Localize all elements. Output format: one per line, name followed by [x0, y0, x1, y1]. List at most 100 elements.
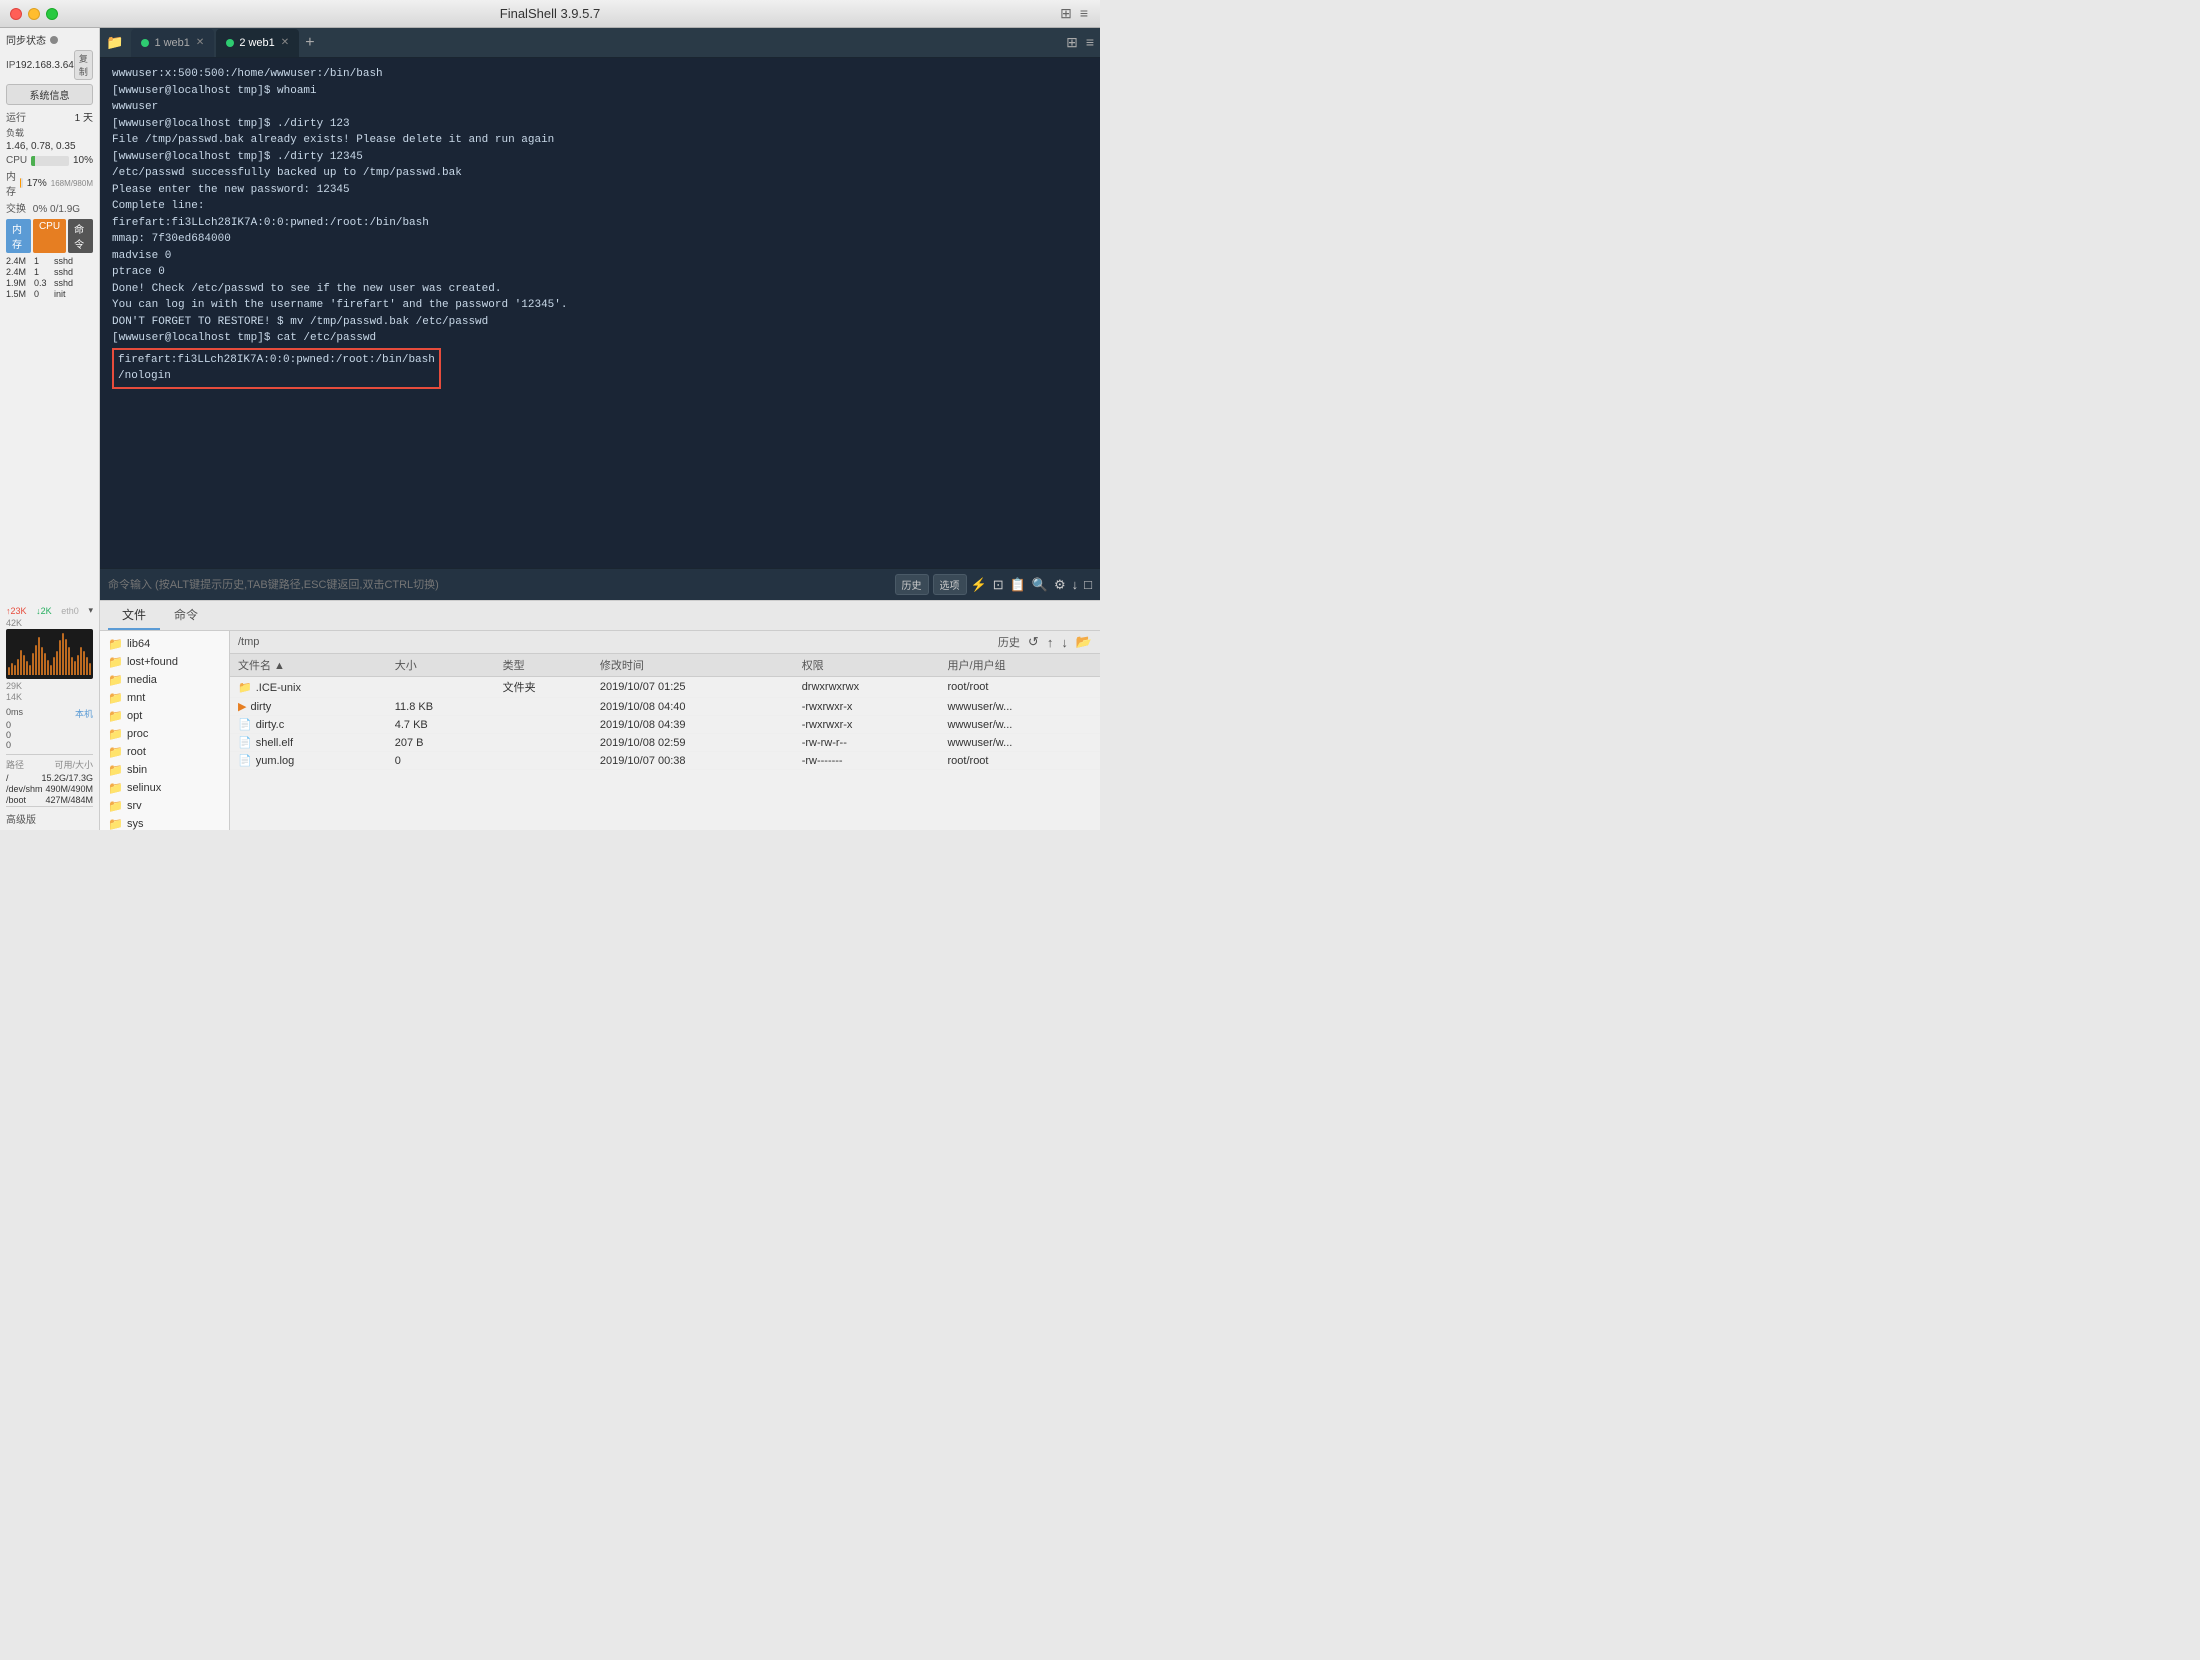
download-icon[interactable]: ↓ — [1061, 635, 1068, 650]
text-file-icon: 📄 — [238, 755, 252, 767]
tab-command[interactable]: 命令 — [160, 601, 212, 630]
tree-item-label: opt — [127, 710, 142, 722]
col-type[interactable]: 类型 — [495, 654, 592, 677]
settings-icon[interactable]: ⚙ — [1054, 577, 1066, 593]
table-row[interactable]: 📁.ICE-unix 文件夹 2019/10/07 01:25 drwxrwxr… — [230, 677, 1100, 698]
tab-file[interactable]: 文件 — [108, 601, 160, 630]
list-item[interactable]: 📁 sbin — [100, 761, 229, 779]
file-perm: -rwxrwxr-x — [794, 698, 940, 716]
table-row[interactable]: 📄yum.log 0 2019/10/07 00:38 -rw------- r… — [230, 752, 1100, 770]
history-button[interactable]: 历史 — [895, 574, 929, 595]
tab-1[interactable]: 1 web1 ✕ — [131, 29, 214, 57]
menu-list-icon[interactable]: ≡ — [1086, 34, 1094, 51]
close-button[interactable] — [10, 8, 22, 20]
options-button[interactable]: 选项 — [933, 574, 967, 595]
cmd-icons: ⚡ ⊡ 📋 🔍 ⚙ ↓ □ — [971, 577, 1092, 593]
list-item[interactable]: 📁 srv — [100, 797, 229, 815]
ip-row: IP 192.168.3.64 复制 — [6, 50, 93, 80]
list-item[interactable]: 📁 root — [100, 743, 229, 761]
window-controls[interactable] — [10, 8, 58, 20]
search-icon[interactable]: 🔍 — [1032, 577, 1048, 593]
download-icon[interactable]: ↓ — [1072, 577, 1079, 592]
col-size[interactable]: 大小 — [387, 654, 495, 677]
terminal-line: DON'T FORGET TO RESTORE! $ mv /tmp/passw… — [112, 314, 1088, 331]
table-row[interactable]: 📄dirty.c 4.7 KB 2019/10/08 04:39 -rwxrwx… — [230, 716, 1100, 734]
title-bar: FinalShell 3.9.5.7 ⊞ ≡ — [0, 0, 1100, 28]
list-item[interactable]: 📁 opt — [100, 707, 229, 725]
net-bar — [56, 651, 58, 675]
proc-tab-mem[interactable]: 内存 — [6, 219, 31, 253]
file-toolbar-right: 历史 ↺ ↑ ↓ 📂 — [998, 634, 1092, 650]
net-bar — [74, 661, 76, 675]
folder-icon: 📁 — [108, 655, 123, 669]
col-mtime[interactable]: 修改时间 — [592, 654, 794, 677]
tab-close-2[interactable]: ✕ — [281, 37, 289, 48]
grid-icon[interactable]: ⊞ — [1060, 5, 1072, 22]
command-input[interactable] — [108, 579, 891, 591]
table-row[interactable]: ▶dirty 11.8 KB 2019/10/08 04:40 -rwxrwxr… — [230, 698, 1100, 716]
tab-bar: 📁 1 web1 ✕ 2 web1 ✕ + ⊞ ≡ — [100, 28, 1100, 58]
table-row[interactable]: 📄shell.elf 207 B 2019/10/08 02:59 -rw-rw… — [230, 734, 1100, 752]
file-name: 📄yum.log — [230, 752, 387, 770]
swap-value: 0% — [33, 204, 47, 215]
terminal-line: /nologin — [118, 368, 435, 385]
proc-tab-cmd[interactable]: 命令 — [68, 219, 93, 253]
copy-ip-button[interactable]: 复制 — [74, 50, 93, 80]
net-interface-arrow[interactable]: ▾ — [88, 605, 93, 616]
copy-icon[interactable]: ⊡ — [993, 577, 1004, 593]
file-name: 📁.ICE-unix — [230, 677, 387, 698]
menu-icon[interactable]: ≡ — [1080, 5, 1088, 22]
terminal[interactable]: wwwuser:x:500:500:/home/wwwuser:/bin/bas… — [100, 58, 1100, 568]
list-item[interactable]: 📁 mnt — [100, 689, 229, 707]
net-download: ↓2K — [36, 606, 52, 616]
paste-icon[interactable]: 📋 — [1010, 577, 1026, 593]
table-row: 1.9M 0.3 sshd — [6, 278, 93, 288]
terminal-line: You can log in with the username 'firefa… — [112, 297, 1088, 314]
maximize-icon[interactable]: □ — [1084, 577, 1092, 592]
col-name[interactable]: 文件名 ▲ — [230, 654, 387, 677]
tree-item-label: sys — [127, 818, 144, 830]
file-perm: -rw------- — [794, 752, 940, 770]
minimize-button[interactable] — [28, 8, 40, 20]
tab-label-2: 2 web1 — [239, 37, 274, 49]
proc-name: sshd — [54, 267, 93, 277]
tree-item-label: media — [127, 674, 157, 686]
net-bar — [86, 657, 88, 675]
lightning-icon[interactable]: ⚡ — [971, 577, 987, 593]
list-item[interactable]: 📁 sys — [100, 815, 229, 830]
col-user[interactable]: 用户/用户组 — [940, 654, 1100, 677]
command-bar: 历史 选项 ⚡ ⊡ 📋 🔍 ⚙ ↓ □ — [100, 568, 1100, 600]
list-item[interactable]: 📁 media — [100, 671, 229, 689]
mem-detail: 168M/980M — [51, 179, 93, 188]
net-mid: 29K — [6, 681, 93, 691]
folder-icon: 📁 — [108, 745, 123, 759]
new-folder-icon[interactable]: 📂 — [1076, 634, 1092, 650]
upload-icon[interactable]: ↑ — [1047, 635, 1054, 650]
tab-2[interactable]: 2 web1 ✕ — [216, 29, 299, 57]
file-name: ▶dirty — [230, 698, 387, 716]
layout-grid-icon[interactable]: ⊞ — [1066, 34, 1078, 51]
list-item[interactable]: 📁 selinux — [100, 779, 229, 797]
file-name: 📄dirty.c — [230, 716, 387, 734]
add-tab-button[interactable]: + — [305, 34, 314, 52]
sysinfo-button[interactable]: 系统信息 — [6, 84, 93, 105]
list-item[interactable]: 📁 lib64 — [100, 635, 229, 653]
tree-item-label: mnt — [127, 692, 145, 704]
terminal-line: wwwuser:x:500:500:/home/wwwuser:/bin/bas… — [112, 66, 1088, 83]
net-bar — [14, 665, 16, 675]
proc-mem: 2.4M — [6, 267, 34, 277]
proc-tab-cpu[interactable]: CPU — [33, 219, 66, 253]
list-item[interactable]: 📁 lost+found — [100, 653, 229, 671]
maximize-button[interactable] — [46, 8, 58, 20]
tab-close-1[interactable]: ✕ — [196, 37, 204, 48]
col-perm[interactable]: 权限 — [794, 654, 940, 677]
net-bar — [23, 655, 25, 675]
refresh-icon[interactable]: ↺ — [1028, 634, 1039, 650]
proc-cpu: 1 — [34, 267, 54, 277]
net-bar — [50, 665, 52, 675]
file-size: 207 B — [387, 734, 495, 752]
advanced-label: 高级版 — [6, 815, 36, 826]
list-item[interactable]: 📁 proc — [100, 725, 229, 743]
folder-icon[interactable]: 📁 — [106, 34, 123, 51]
terminal-line: /etc/passwd successfully backed up to /t… — [112, 165, 1088, 182]
